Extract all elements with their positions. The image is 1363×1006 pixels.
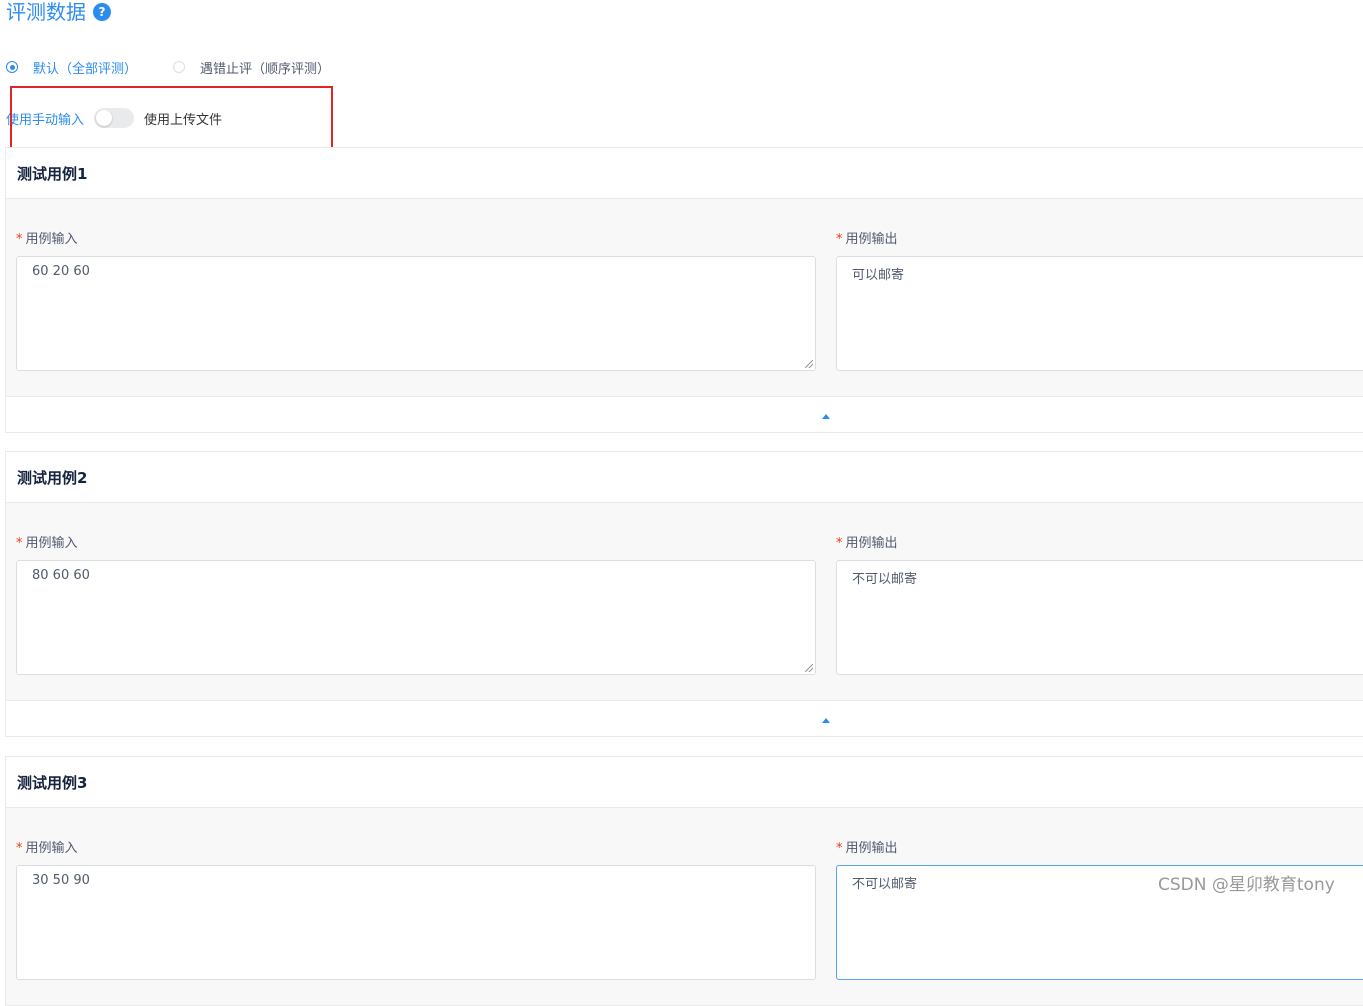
radio-default[interactable]: 默认（全部评测） bbox=[6, 58, 137, 77]
case-input-value: 60 20 60 bbox=[32, 264, 90, 279]
input-mode-toggle-row: 使用手动输入 使用上传文件 bbox=[6, 108, 222, 128]
collapse-caret-icon[interactable] bbox=[822, 414, 830, 419]
test-case-title: 测试用例1 bbox=[6, 148, 1363, 199]
watermark: CSDN @星卯教育tony bbox=[1158, 875, 1335, 895]
output-label: * 用例输出 bbox=[836, 232, 898, 247]
input-mode-switch[interactable] bbox=[94, 108, 135, 128]
case-footer bbox=[6, 396, 1363, 432]
test-case-title: 测试用例2 bbox=[6, 452, 1363, 503]
radio-stop-on-error-label[interactable]: 遇错止评（顺序评测） bbox=[200, 58, 330, 77]
test-case-body: * 用例输入 * 用例输出 30 50 90 不可以邮寄 bbox=[6, 808, 1363, 1005]
test-case-body: * 用例输入 * 用例输出 60 20 60 可以邮寄 bbox=[6, 199, 1363, 396]
case-input-textarea[interactable]: 30 50 90 bbox=[16, 865, 816, 980]
test-case-body: * 用例输入 * 用例输出 80 60 60 不可以邮寄 bbox=[6, 503, 1363, 700]
section-title: 评测数据 bbox=[6, 0, 86, 24]
case-output-value: 不可以邮寄 bbox=[852, 572, 918, 587]
required-mark: * bbox=[836, 232, 843, 247]
case-input-textarea[interactable]: 80 60 60 bbox=[16, 560, 816, 675]
case-output-value: 不可以邮寄 bbox=[852, 877, 918, 892]
test-case-card: 测试用例1 * 用例输入 * 用例输出 60 20 60 可以邮寄 bbox=[5, 147, 1363, 433]
input-label: * 用例输入 bbox=[16, 841, 78, 856]
switch-knob bbox=[96, 110, 113, 126]
test-case-card: 测试用例2 * 用例输入 * 用例输出 80 60 60 不可以邮寄 bbox=[5, 451, 1363, 737]
case-input-value: 30 50 90 bbox=[32, 873, 90, 888]
radio-unchecked-icon[interactable] bbox=[173, 61, 186, 73]
upload-file-label: 使用上传文件 bbox=[144, 112, 223, 128]
required-mark: * bbox=[16, 232, 23, 247]
case-output-textarea[interactable]: 可以邮寄 bbox=[836, 256, 1363, 371]
required-mark: * bbox=[836, 536, 843, 551]
case-footer bbox=[6, 700, 1363, 736]
required-mark: * bbox=[16, 536, 23, 551]
input-label: * 用例输入 bbox=[16, 232, 78, 247]
case-input-textarea[interactable]: 60 20 60 bbox=[16, 256, 816, 371]
output-label: * 用例输出 bbox=[836, 841, 898, 856]
radio-checked-icon[interactable] bbox=[6, 61, 18, 73]
output-label: * 用例输出 bbox=[836, 536, 898, 551]
case-input-value: 80 60 60 bbox=[32, 568, 90, 583]
radio-stop-on-error[interactable]: 遇错止评（顺序评测） bbox=[173, 58, 330, 77]
case-output-value: 可以邮寄 bbox=[852, 268, 905, 283]
section-header: 评测数据 ? bbox=[6, 0, 111, 24]
case-output-textarea[interactable]: 不可以邮寄 bbox=[836, 560, 1363, 675]
eval-mode-radio-group: 默认（全部评测） 遇错止评（顺序评测） bbox=[6, 58, 330, 77]
input-label: * 用例输入 bbox=[16, 536, 78, 551]
resize-handle-icon[interactable] bbox=[805, 360, 813, 368]
resize-handle-icon[interactable] bbox=[805, 664, 813, 672]
radio-default-label[interactable]: 默认（全部评测） bbox=[33, 58, 137, 77]
test-case-title: 测试用例3 bbox=[6, 757, 1363, 808]
required-mark: * bbox=[836, 841, 843, 856]
manual-input-label: 使用手动输入 bbox=[6, 112, 85, 128]
collapse-caret-icon[interactable] bbox=[822, 718, 830, 723]
required-mark: * bbox=[16, 841, 23, 856]
help-icon[interactable]: ? bbox=[93, 3, 111, 21]
